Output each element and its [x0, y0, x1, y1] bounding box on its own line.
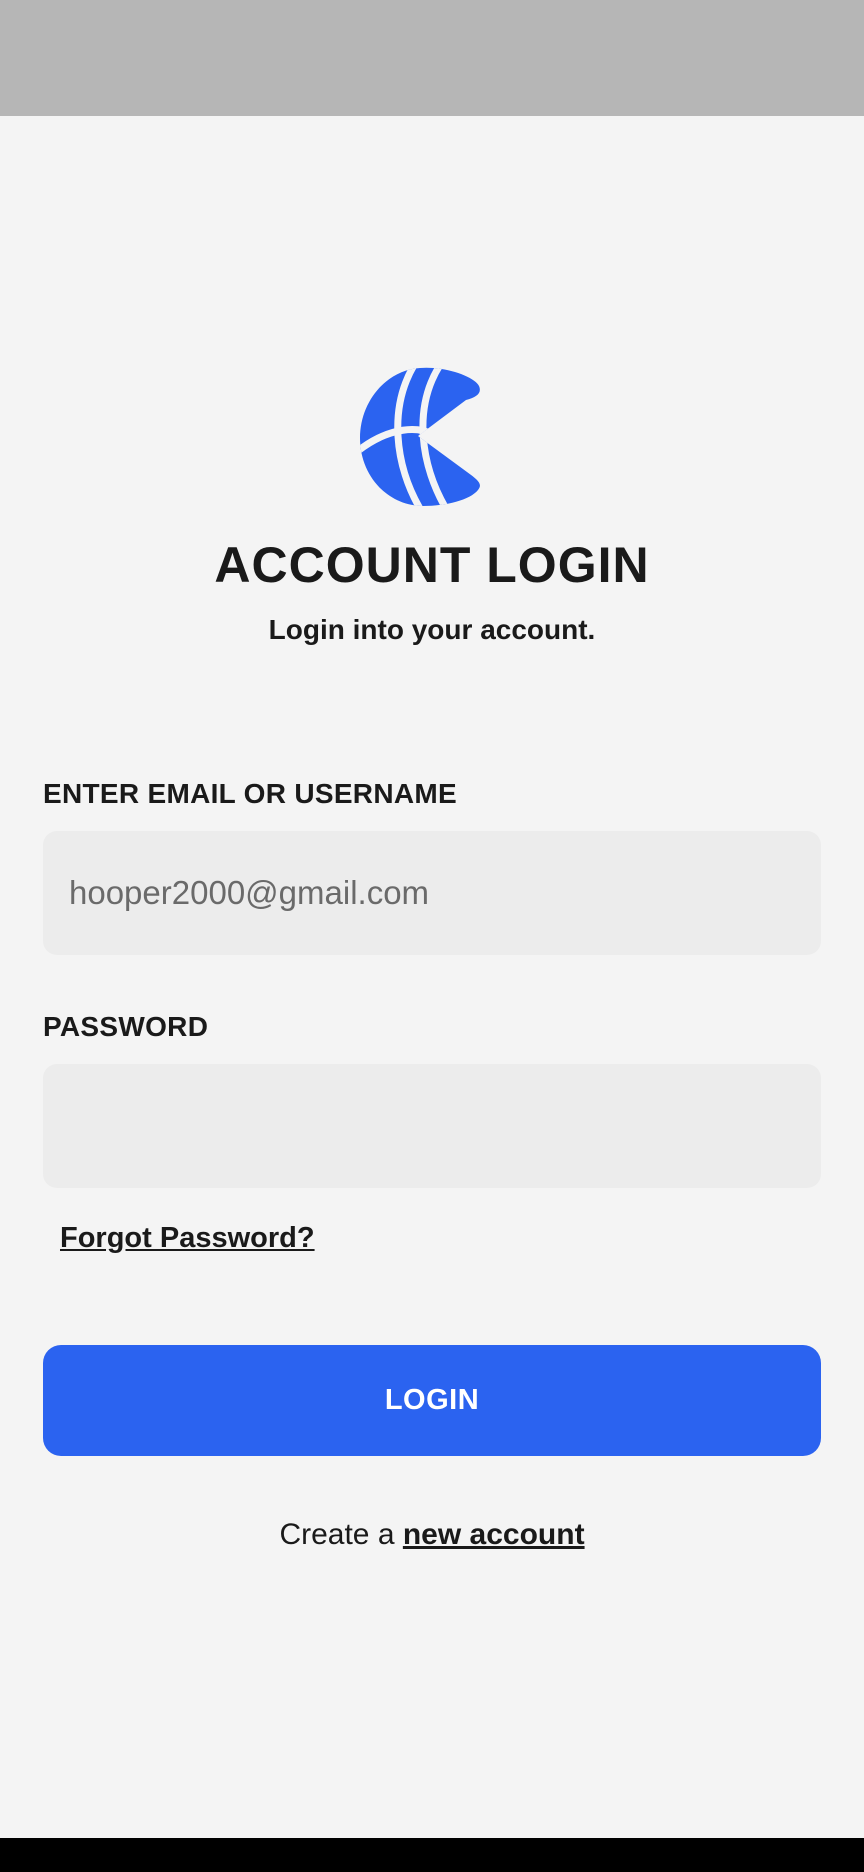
email-label: ENTER EMAIL OR USERNAME: [43, 778, 457, 809]
password-field[interactable]: [43, 1064, 821, 1188]
create-account-text: Create a: [279, 1518, 395, 1551]
email-field[interactable]: [43, 831, 821, 955]
password-label: PASSWORD: [43, 1011, 209, 1042]
basketball-icon: [360, 367, 480, 506]
forgot-password-link[interactable]: Forgot Password?: [60, 1222, 315, 1255]
create-account-row: Create a new account: [0, 1518, 864, 1552]
login-button[interactable]: LOGIN: [43, 1345, 821, 1456]
navigation-bar: [0, 1838, 864, 1872]
create-account-link[interactable]: new account: [403, 1518, 585, 1551]
page-title: ACCOUNT LOGIN: [214, 537, 650, 593]
status-bar: [0, 0, 864, 116]
page-subtitle: Login into your account.: [268, 614, 596, 645]
